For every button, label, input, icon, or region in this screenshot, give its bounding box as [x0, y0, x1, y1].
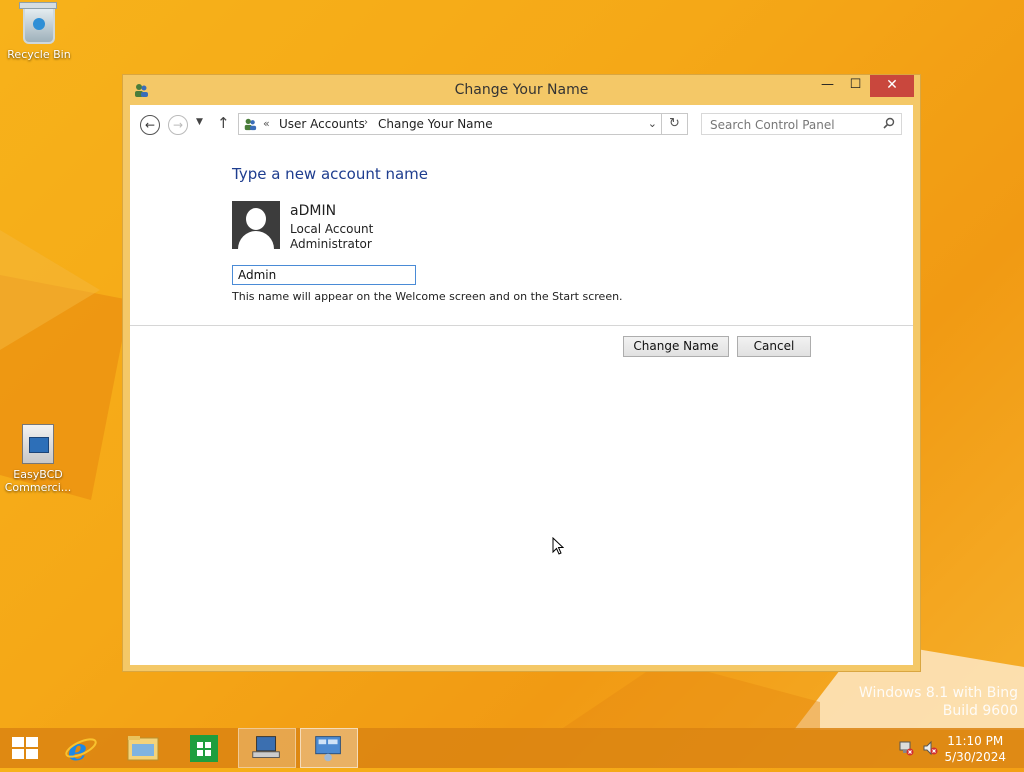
change-name-button[interactable]: Change Name [623, 336, 729, 357]
maximize-button[interactable]: ☐ [841, 75, 870, 97]
breadcrumb-separator-icon[interactable]: › [364, 117, 368, 128]
desktop-icon-recycle-bin[interactable]: Recycle Bin [4, 2, 74, 61]
window-titlebar[interactable]: Change Your Name — ☐ ✕ [123, 75, 920, 105]
window-title: Change Your Name [454, 82, 589, 98]
search-icon[interactable] [883, 117, 895, 129]
divider [130, 325, 913, 326]
recycle-bin-icon [19, 2, 57, 44]
account-name: aDMIN [290, 203, 337, 219]
taskbar-store[interactable] [176, 728, 234, 768]
desktop-icon-label: Recycle Bin [7, 48, 71, 61]
refresh-button[interactable]: ↻ [662, 113, 688, 135]
page-heading: Type a new account name [232, 165, 429, 183]
address-toolbar: ← → ▼ ↑ « User Accounts › Change Your Na… [130, 105, 913, 141]
start-button[interactable] [0, 728, 50, 768]
up-button[interactable]: ↑ [217, 114, 230, 132]
avatar [232, 201, 280, 249]
forward-button[interactable]: → [168, 115, 188, 135]
store-icon [190, 735, 218, 762]
network-disconnected-icon[interactable] [898, 740, 914, 756]
computer-app-icon [252, 736, 280, 758]
taskbar-control-panel[interactable] [300, 728, 358, 768]
easybcd-icon [22, 424, 54, 464]
file-explorer-icon [127, 736, 159, 761]
name-hint: This name will appear on the Welcome scr… [232, 290, 623, 303]
back-button[interactable]: ← [140, 115, 160, 135]
user-accounts-icon [244, 118, 257, 131]
close-button[interactable]: ✕ [870, 75, 914, 97]
address-bar[interactable]: « User Accounts › Change Your Name ⌄ [238, 113, 662, 135]
taskbar-clock[interactable]: 11:10 PM 5/30/2024 [944, 733, 1006, 765]
taskbar-internet-explorer[interactable]: e [52, 728, 110, 768]
breadcrumb-user-accounts[interactable]: User Accounts [279, 117, 365, 131]
mouse-cursor-icon [552, 537, 564, 555]
window-content: ← → ▼ ↑ « User Accounts › Change Your Na… [130, 105, 913, 665]
control-panel-icon [315, 736, 341, 762]
change-name-window: Change Your Name — ☐ ✕ ← → ▼ ↑ « User Ac… [122, 74, 921, 672]
start-icon [12, 737, 38, 759]
search-input[interactable] [708, 115, 882, 135]
internet-explorer-icon: e [65, 733, 97, 768]
account-type: Local Account [290, 222, 374, 236]
new-name-input[interactable] [232, 265, 416, 285]
search-box[interactable] [701, 113, 902, 135]
taskbar: e [0, 728, 1024, 768]
account-role: Administrator [290, 237, 372, 251]
overflow-chevron[interactable]: « [263, 117, 270, 130]
volume-muted-icon[interactable] [922, 740, 938, 756]
desktop-icon-easybcd[interactable]: EasyBCD Commerci... [3, 424, 73, 494]
taskbar-file-explorer[interactable] [114, 728, 172, 768]
minimize-button[interactable]: — [813, 75, 842, 97]
recent-locations-dropdown[interactable]: ▼ [196, 117, 203, 127]
address-dropdown-icon[interactable]: ⌄ [648, 117, 657, 130]
cancel-button[interactable]: Cancel [737, 336, 811, 357]
watermark-edition: Windows 8.1 with Bing [858, 685, 1018, 701]
windows-watermark: Windows 8.1 with Bing Build 9600 [859, 684, 1018, 720]
desktop-icon-label: EasyBCD Commerci... [4, 468, 72, 494]
taskbar-computer-app[interactable] [238, 728, 296, 768]
watermark-build: Build 9600 [942, 703, 1018, 719]
clock-date: 5/30/2024 [944, 750, 1006, 764]
clock-time: 11:10 PM [947, 734, 1004, 748]
breadcrumb-change-your-name[interactable]: Change Your Name [378, 117, 493, 131]
svg-text:e: e [68, 733, 87, 768]
